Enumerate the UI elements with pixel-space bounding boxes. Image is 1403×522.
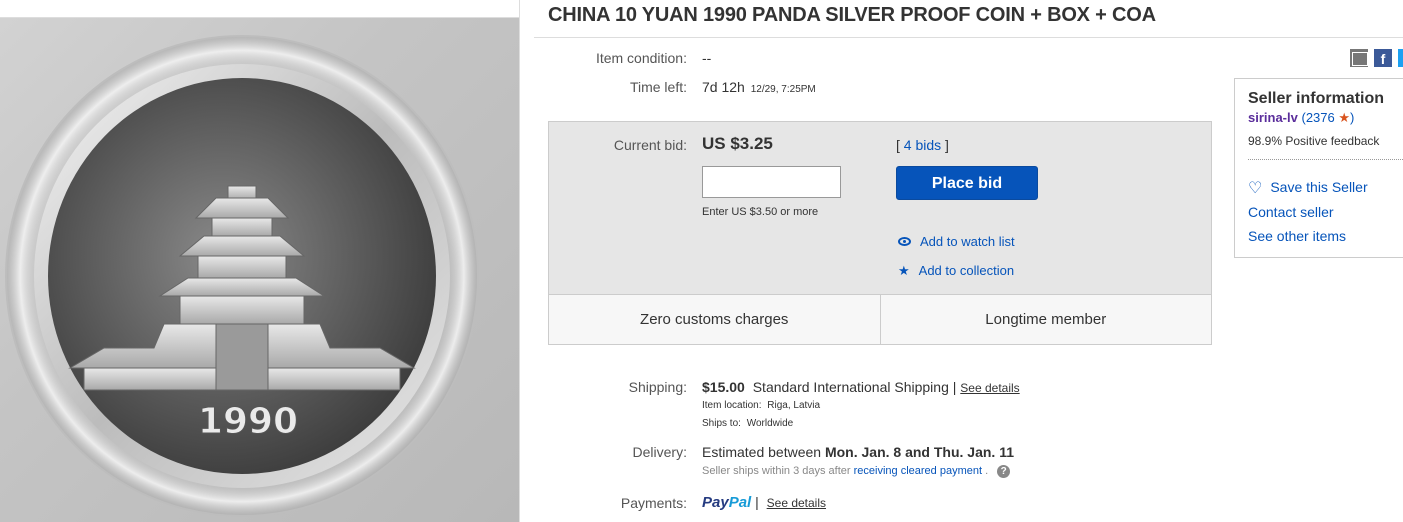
payments-label: Payments: <box>620 495 687 511</box>
item-condition-value: -- <box>702 50 712 66</box>
facebook-icon[interactable]: f <box>1374 49 1392 67</box>
title-divider <box>534 37 1403 38</box>
add-to-collection-link[interactable]: ★ Add to collection <box>898 263 1014 278</box>
delivery-value: Estimated between Mon. Jan. 8 and Thu. J… <box>702 444 1014 460</box>
eye-icon <box>898 237 911 246</box>
badge-longtime-member: Longtime member <box>879 295 1212 344</box>
watch-list-label: Add to watch list <box>920 234 1015 249</box>
shipping-see-details-link[interactable]: See details <box>960 381 1019 395</box>
seller-divider <box>1248 159 1403 160</box>
seller-name[interactable]: sirina-lv <box>1248 110 1298 125</box>
help-icon[interactable]: ? <box>997 465 1011 478</box>
item-title: CHINA 10 YUAN 1990 PANDA SILVER PROOF CO… <box>548 4 1156 26</box>
bids-bracket-open: [ <box>896 137 900 153</box>
shipping-price: $15.00 <box>702 379 745 395</box>
time-left-label: Time left: <box>629 79 687 95</box>
seller-panel: Seller information sirina-lv (2376 ★) 98… <box>1234 78 1403 258</box>
payments-see-details-link[interactable]: See details <box>767 496 826 510</box>
delivery-note-text: Seller ships within 3 days after <box>702 465 851 477</box>
item-location: Item location: Riga, Latvia <box>702 400 820 411</box>
mail-icon[interactable] <box>1350 49 1368 67</box>
contact-seller-link[interactable]: Contact seller <box>1248 204 1334 220</box>
ships-to-label: Ships to: <box>702 418 741 429</box>
bid-count: [ 4 bids ] <box>896 137 949 153</box>
collection-label: Add to collection <box>918 263 1015 278</box>
shipping-value: $15.00 Standard International Shipping |… <box>702 379 1020 395</box>
time-remaining: 7d 12h <box>702 79 745 95</box>
item-location-label: Item location: <box>702 400 762 411</box>
ships-to-value: Worldwide <box>746 418 794 429</box>
delivery-note-end: . <box>985 465 989 477</box>
payments-separator: | <box>755 494 759 510</box>
seller-heading: Seller information <box>1248 90 1385 107</box>
seller-score[interactable]: 2376 <box>1306 110 1335 125</box>
bid-amount-input[interactable] <box>702 166 841 198</box>
heart-icon: ♡ <box>1248 180 1263 197</box>
end-time: 12/29, 7:25PM <box>750 84 816 95</box>
cleared-payment-link[interactable]: receiving cleared payment <box>854 465 982 477</box>
save-seller-label: Save this Seller <box>1270 179 1368 195</box>
coin-year: 1990 <box>198 401 298 442</box>
seller-badges: Zero customs charges Longtime member <box>549 294 1211 344</box>
share-icons: f <box>1350 49 1403 67</box>
shipping-method: Standard International Shipping <box>752 379 949 395</box>
paypal-pay: Pay <box>702 494 729 511</box>
badge-zero-customs: Zero customs charges <box>640 311 789 328</box>
bid-hint: Enter US $3.50 or more <box>702 206 819 218</box>
current-bid-price: US $3.25 <box>702 134 773 153</box>
save-seller-link[interactable]: ♡ Save this Seller <box>1248 178 1368 198</box>
current-bid-label: Current bid: <box>613 137 687 153</box>
delivery-range: Mon. Jan. 8 and Thu. Jan. 11 <box>824 444 1015 460</box>
paypal-pal: Pal <box>728 494 752 511</box>
item-condition-label: Item condition: <box>595 50 687 66</box>
add-to-watch-list-link[interactable]: Add to watch list <box>898 234 1015 249</box>
star-icon: ★ <box>898 263 910 278</box>
ships-to: Ships to: Worldwide <box>702 418 793 429</box>
bids-bracket-close: ] <box>945 137 949 153</box>
time-left-value: 7d 12h 12/29, 7:25PM <box>702 79 816 95</box>
shipping-label: Shipping: <box>628 379 687 395</box>
bids-link[interactable]: 4 bids <box>904 137 941 153</box>
see-other-items-link[interactable]: See other items <box>1248 228 1346 244</box>
twitter-icon[interactable] <box>1398 49 1403 67</box>
seller-name-row: sirina-lv (2376 ★) <box>1248 110 1354 126</box>
item-location-value: Riga, Latvia <box>767 400 821 411</box>
delivery-note: Seller ships within 3 days after receivi… <box>702 465 1011 478</box>
payments-value: PayPal | See details <box>702 494 826 511</box>
coin-image: 1990 <box>5 35 479 517</box>
shipping-separator: | <box>952 379 957 395</box>
paypal-logo: PayPal <box>702 494 751 511</box>
bid-box: Zero customs charges Longtime member <box>548 121 1212 345</box>
delivery-prefix: Estimated between <box>702 444 822 460</box>
seller-feedback: 98.9% Positive feedback <box>1248 134 1380 148</box>
place-bid-button[interactable]: Place bid <box>896 166 1038 200</box>
item-photo[interactable]: 1990 <box>0 0 520 522</box>
rating-star-icon: ★ <box>1338 110 1351 125</box>
delivery-label: Delivery: <box>632 444 687 460</box>
seller-score-close: ) <box>1350 110 1355 125</box>
photo-top-strip <box>0 0 519 18</box>
